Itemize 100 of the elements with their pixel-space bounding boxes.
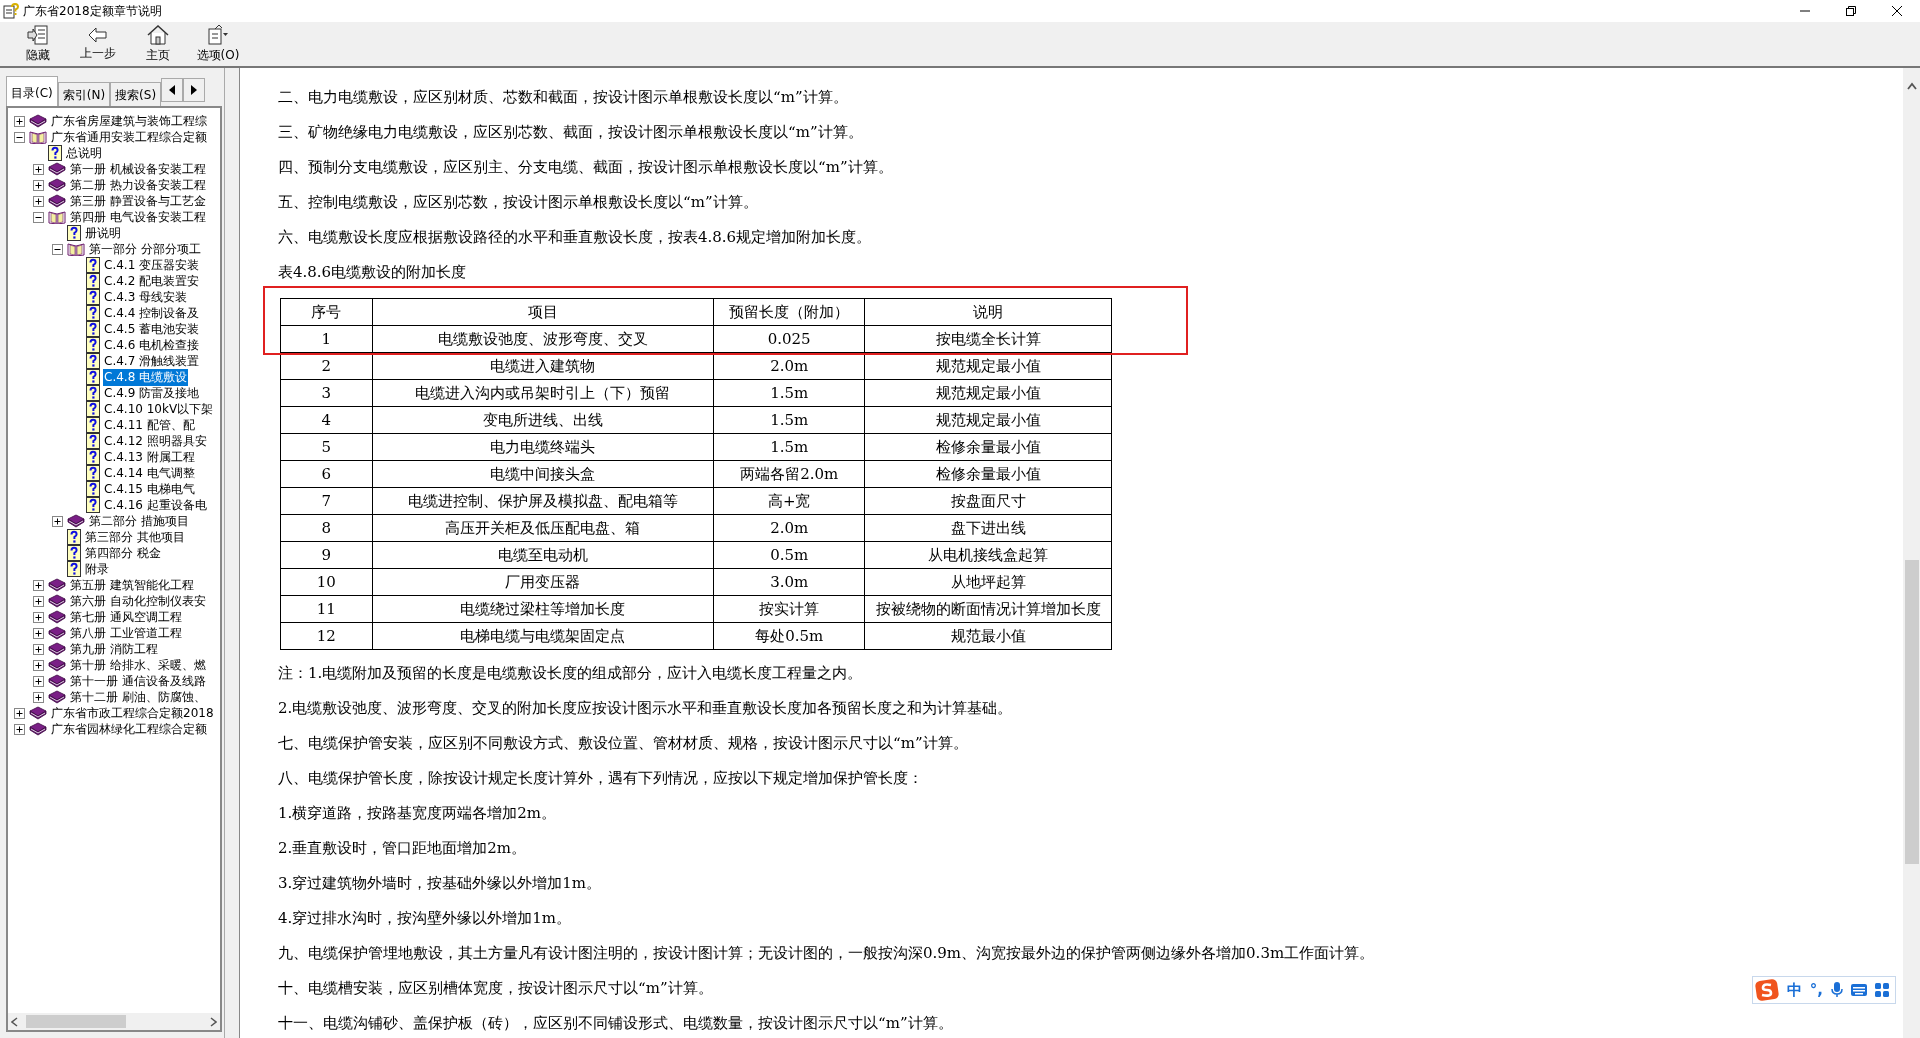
tree-item[interactable]: 册说明	[84, 224, 122, 242]
tree-item[interactable]: C.4.8 电缆敷设	[103, 368, 189, 386]
tree-item[interactable]: C.4.5 蓄电池安装	[103, 320, 201, 338]
tree-item[interactable]: 第十二册 刷油、防腐蚀、	[69, 688, 207, 706]
input-mode-label: 中	[1786, 980, 1802, 1000]
book-icon	[48, 178, 66, 192]
table-cell: 按盘面尺寸	[864, 487, 1112, 515]
tree-item[interactable]: 广东省市政工程综合定额2018	[50, 704, 215, 722]
expand-icon[interactable]	[14, 707, 25, 719]
tab[interactable]: 目录(C)	[6, 76, 58, 106]
expand-icon[interactable]	[52, 515, 63, 527]
grid-icon	[1875, 983, 1889, 997]
window-title: 广东省2018定额章节说明	[23, 2, 163, 20]
tree-item[interactable]: 第一册 机械设备安装工程	[69, 160, 207, 178]
table-cell: 11	[280, 595, 373, 623]
collapse-icon[interactable]	[14, 131, 25, 143]
expand-icon[interactable]	[33, 595, 44, 607]
tree-item[interactable]: C.4.15 电梯电气	[103, 480, 196, 498]
help-page-icon	[86, 481, 100, 497]
horizontal-scrollbar[interactable]	[8, 1013, 220, 1030]
tree-item[interactable]: 第七册 通风空调工程	[69, 608, 183, 626]
tree-item[interactable]: 第二部分 措施项目	[88, 512, 190, 530]
scroll-left-button[interactable]	[161, 78, 184, 102]
open-book-icon	[48, 210, 66, 224]
table-cell: 2.0m	[713, 352, 865, 380]
tree-item[interactable]: C.4.3 母线安装	[103, 288, 189, 306]
tree-item[interactable]: 广东省通用安装工程综合定额	[50, 128, 208, 146]
tree-item[interactable]: C.4.9 防雷及接地	[103, 384, 201, 402]
tab[interactable]: 搜索(S)	[110, 82, 162, 106]
expand-icon[interactable]	[33, 195, 44, 207]
table-cell: 9	[280, 541, 373, 569]
table-cell: 4	[280, 406, 373, 434]
expand-icon[interactable]	[33, 691, 44, 703]
tree-item[interactable]: C.4.12 照明器具安	[103, 432, 208, 450]
table-cell: 从地坪起算	[864, 568, 1112, 596]
tree-item[interactable]: 第五册 建筑智能化工程	[69, 576, 195, 594]
tree-item[interactable]: 第二册 热力设备安装工程	[69, 176, 207, 194]
scroll-right-button[interactable]	[183, 78, 206, 102]
paragraph: 二、电力电缆敷设，应区别材质、芯数和截面，按设计图示单根敷设长度以“m”计算。	[278, 87, 848, 108]
expand-icon[interactable]	[33, 579, 44, 591]
table-cell: 电缆进入沟内或吊架时引上（下）预留	[372, 379, 714, 407]
expand-icon[interactable]	[33, 659, 44, 671]
help-page-icon	[86, 401, 100, 417]
tree-item[interactable]: 第八册 工业管道工程	[69, 624, 183, 642]
tree-item[interactable]: 总说明	[65, 144, 103, 162]
tree-item[interactable]: 第六册 自动化控制仪表安	[69, 592, 207, 610]
tree-item[interactable]: 第一部分 分部分项工	[88, 240, 202, 258]
toolbar-button[interactable]: 选项(O)	[192, 22, 244, 66]
tree-item[interactable]: 广东省房屋建筑与装饰工程综	[50, 112, 208, 130]
table-cell: 高+宽	[713, 487, 865, 515]
expand-icon[interactable]	[33, 163, 44, 175]
paragraph: 七、电缆保护管安装，应区别不同敷设方式、敷设位置、管材材质、规格，按设计图示尺寸以“m”计算。	[278, 733, 968, 754]
tree-item[interactable]: C.4.16 起重设备电	[103, 496, 208, 514]
tree-item[interactable]: C.4.14 电气调整	[103, 464, 196, 482]
tree-item[interactable]: 第十册 给排水、采暖、燃	[69, 656, 207, 674]
book-icon	[48, 578, 66, 592]
toolbar-button[interactable]: 隐藏	[12, 22, 64, 66]
table-cell: 1.5m	[713, 379, 865, 407]
tree-item[interactable]: C.4.6 电机检查接	[103, 336, 201, 354]
paragraph: 五、控制电缆敷设，应区别芯数，按设计图示单根敷设长度以“m”计算。	[278, 192, 758, 213]
table-cell: 7	[280, 487, 373, 515]
tree-item[interactable]: C.4.7 滑触线装置	[103, 352, 201, 370]
toolbar-button[interactable]: 主页	[132, 22, 184, 66]
book-icon	[48, 674, 66, 688]
column-header: 预留长度（附加）	[713, 298, 865, 326]
tree-item[interactable]: 第三册 静置设备与工艺金	[69, 192, 207, 210]
paragraph: 十、电缆槽安装，应区别槽体宽度，按设计图示尺寸以“m”计算。	[278, 978, 713, 999]
tree-item[interactable]: 广东省园林绿化工程综合定额	[50, 720, 208, 738]
tree-item[interactable]: C.4.13 附属工程	[103, 448, 196, 466]
tree-item[interactable]: 第十一册 通信设备及线路	[69, 672, 207, 690]
expand-icon[interactable]	[14, 723, 25, 735]
tree-item[interactable]: 附录	[84, 560, 110, 578]
expand-icon[interactable]	[33, 627, 44, 639]
book-icon	[67, 514, 85, 528]
up-chevron-icon	[1906, 82, 1917, 90]
input-method-bar[interactable]: 中 °,	[1751, 976, 1896, 1004]
expand-icon[interactable]	[33, 611, 44, 623]
table-cell: 规范规定最小值	[864, 406, 1112, 434]
tree-item[interactable]: C.4.10 10kV以下架	[103, 400, 215, 418]
help-page-icon	[86, 465, 100, 481]
punctuation-mode-label: °,	[1809, 981, 1823, 999]
tree-item[interactable]: 第四册 电气设备安装工程	[69, 208, 207, 226]
help-page-icon	[86, 305, 100, 321]
tree-item[interactable]: 第九册 消防工程	[69, 640, 159, 658]
home-icon	[147, 24, 169, 45]
tab[interactable]: 索引(N)	[57, 82, 111, 106]
tree-item[interactable]: C.4.4 控制设备及	[103, 304, 201, 322]
tree-item[interactable]: 第四部分 税金	[84, 544, 162, 562]
collapse-icon[interactable]	[52, 243, 63, 255]
book-icon	[48, 690, 66, 704]
tree-item[interactable]: C.4.1 变压器安装	[103, 256, 201, 274]
toolbar-button[interactable]: 上一步	[72, 22, 124, 66]
tree-item[interactable]: C.4.11 配管、配	[103, 416, 196, 434]
collapse-icon[interactable]	[33, 211, 44, 223]
expand-icon[interactable]	[33, 675, 44, 687]
tree-item[interactable]: C.4.2 配电装置安	[103, 272, 201, 290]
expand-icon[interactable]	[14, 115, 25, 127]
expand-icon[interactable]	[33, 643, 44, 655]
expand-icon[interactable]	[33, 179, 44, 191]
tree-item[interactable]: 第三部分 其他项目	[84, 528, 186, 546]
